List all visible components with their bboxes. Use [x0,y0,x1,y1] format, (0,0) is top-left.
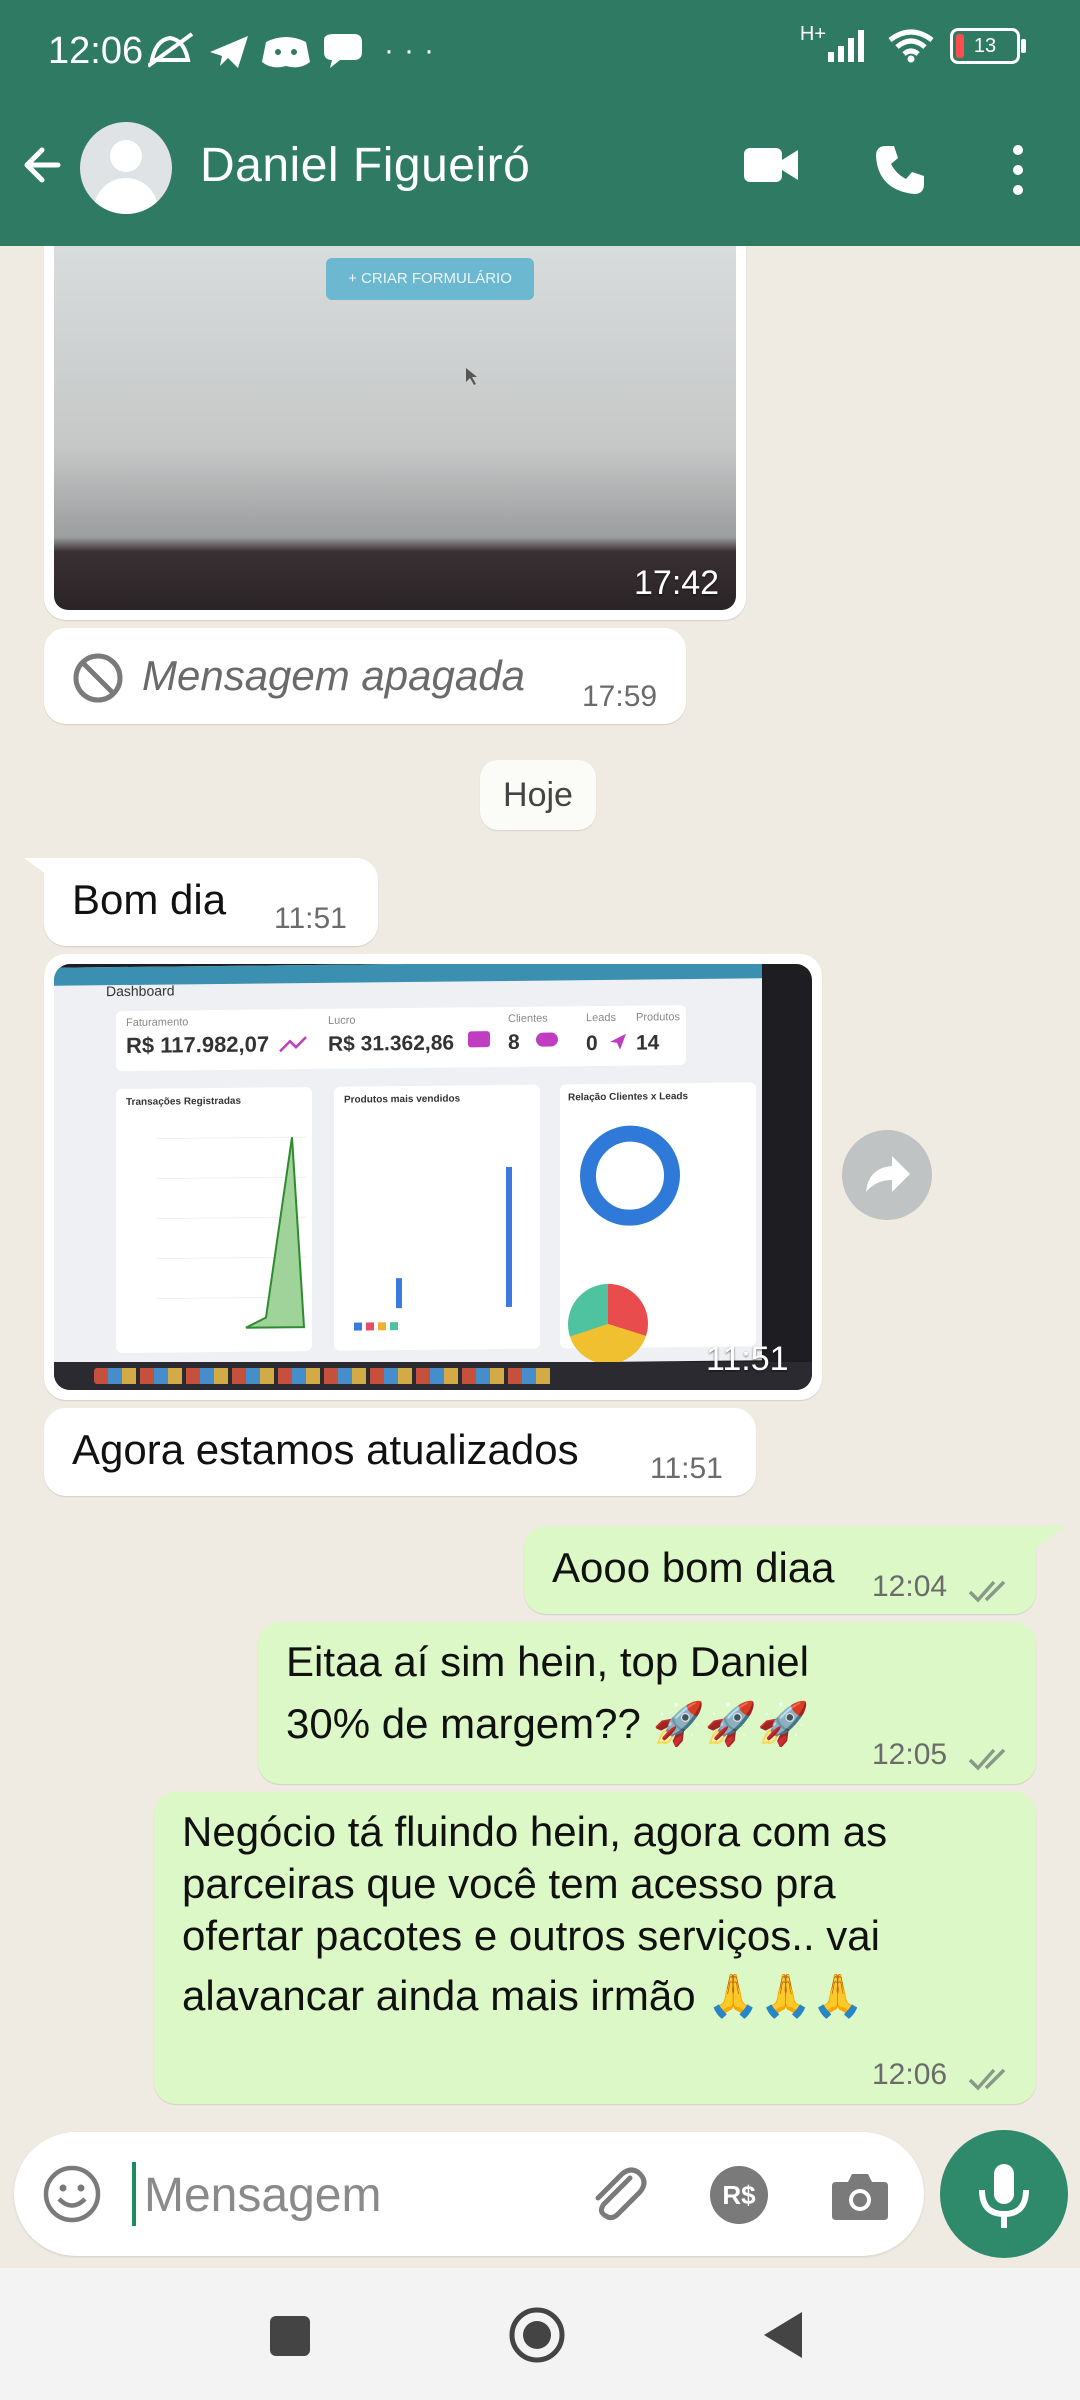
top-products-panel: Produtos mais vendidos [334,1084,540,1351]
message-time: 17:42 [634,564,720,602]
contact-name[interactable]: Daniel Figueiró [200,138,530,193]
deleted-message-text: Mensagem apagada [142,652,525,699]
message-time: 12:04 [872,1570,948,1603]
incoming-text-message[interactable]: Bom dia 11:51 [44,858,378,946]
dashboard-photo[interactable]: Dashboard Faturamento R$ 117.982,07 Lucr… [54,964,812,1390]
system-nav-bar [0,2268,1080,2400]
voice-message-button[interactable] [940,2130,1068,2258]
video-call-icon[interactable] [742,142,800,188]
paperclip-icon[interactable] [586,2162,650,2226]
create-form-button-in-photo: + CRIAR FORMULÁRIO [326,258,534,300]
message-time: 11:51 [706,1340,789,1378]
forward-icon [866,1156,910,1192]
bubble-tail [1036,1526,1066,1548]
blocked-icon [73,653,123,703]
read-receipt-icon [968,1748,1006,1771]
status-time: 12:06 [48,30,144,72]
panel-title: Relação Clientes x Leads [568,1091,689,1104]
kpi-value: 0 [586,1032,598,1056]
message-time: 11:51 [650,1452,723,1485]
bar [396,1278,402,1309]
trend-icon [279,1036,307,1053]
emoji-icon[interactable] [42,2164,102,2224]
wifi-icon [888,29,934,63]
message-line: parceiras que você tem acesso pra [182,1860,836,1907]
more-vertical-icon[interactable] [1008,142,1028,198]
home-icon[interactable] [508,2306,566,2364]
outgoing-text-message[interactable]: Eitaa aí sim hein, top Daniel 30% de mar… [258,1622,1036,1784]
message-input[interactable]: Mensagem [144,2168,381,2223]
incoming-photo-message[interactable]: + CRIAR FORMULÁRIO 17:42 [44,246,746,620]
read-receipt-icon [968,2068,1006,2091]
payment-icon[interactable]: R$ [710,2166,768,2224]
users-icon [536,1032,558,1047]
outgoing-text-message[interactable]: Negócio tá fluindo hein, agora com as pa… [154,1792,1036,2104]
bubble-tail [24,858,54,880]
dashboard-screen: Dashboard Faturamento R$ 117.982,07 Lucr… [54,964,762,1368]
message-line: Negócio tá fluindo hein, agora com as [182,1808,888,1855]
money-icon [468,1031,490,1048]
status-notification-icons: ··· [146,30,508,83]
send-icon [610,1033,626,1050]
kpi-label: Clientes [508,1012,548,1025]
outgoing-text-message[interactable]: Aooo bom diaa 12:04 [524,1526,1036,1614]
contact-avatar[interactable] [80,122,172,214]
signal-icon [828,30,864,62]
microphone-icon [979,2164,1029,2228]
dock [54,1362,812,1390]
kpi-row: Faturamento R$ 117.982,07 Lucro R$ 31.36… [116,1005,686,1072]
clients-leads-panel: Relação Clientes x Leads [560,1082,756,1365]
battery-level: 13 [973,35,997,57]
cursor-icon [466,368,477,385]
message-line: alavancar ainda mais irmão 🙏🙏🙏 [182,1972,865,2019]
notification-icons: ··· [146,32,444,68]
donut-chart [580,1125,680,1227]
app-header: 12:06 ··· H+ 13 Daniel Figueiró [0,0,1080,246]
message-line: ofertar pacotes e outros serviços.. vai [182,1912,880,1959]
bar [506,1166,512,1307]
phone-icon[interactable] [872,142,928,198]
dashboard-title: Dashboard [106,982,175,1000]
network-label: H+ [799,22,826,45]
kpi-label: Produtos [636,1011,681,1024]
date-chip: Hoje [480,760,596,830]
pie-chart [568,1283,648,1365]
read-receipt-icon [968,1580,1006,1603]
kpi-value: R$ 31.362,86 [328,1031,455,1056]
area-chart [156,1136,306,1329]
forward-button[interactable] [842,1130,932,1220]
message-line: Eitaa aí sim hein, top Daniel [286,1638,809,1685]
transactions-panel: Transações Registradas [116,1087,312,1354]
nav-back-icon[interactable] [762,2310,806,2360]
battery-icon: 13 [950,28,1026,64]
text-caret [132,2162,136,2226]
photo-thumbnail[interactable]: + CRIAR FORMULÁRIO [54,246,736,610]
kpi-label: Lucro [328,1014,356,1027]
kpi-value: 14 [636,1031,660,1055]
back-arrow-icon[interactable] [18,140,68,190]
status-right: H+ 13 [800,23,1026,64]
incoming-text-message[interactable]: Agora estamos atualizados 11:51 [44,1408,756,1496]
recent-apps-icon[interactable] [268,2314,312,2358]
message-line: 30% de margem?? 🚀🚀🚀 [286,1700,810,1747]
panel-title: Transações Registradas [126,1095,242,1108]
kpi-label: Leads [586,1011,616,1025]
kpi-value: 8 [508,1030,520,1054]
message-time: 12:06 [872,2058,948,2091]
incoming-photo-message[interactable]: Dashboard Faturamento R$ 117.982,07 Lucr… [44,954,822,1400]
svg-text:···: ··· [384,34,444,67]
message-text: Bom dia [72,876,227,923]
message-time: 11:51 [274,902,347,935]
kpi-value: R$ 117.982,07 [126,1031,270,1058]
message-text: Aooo bom diaa [552,1544,835,1591]
panel-title: Produtos mais vendidos [344,1093,461,1106]
deleted-message[interactable]: Mensagem apagada 17:59 [44,628,686,724]
message-composer: Mensagem R$ [14,2132,924,2256]
kpi-label: Faturamento [126,1016,189,1029]
camera-icon[interactable] [830,2168,890,2222]
message-time: 17:59 [582,680,658,713]
message-text: Agora estamos atualizados [72,1426,579,1473]
message-time: 12:05 [872,1738,948,1771]
